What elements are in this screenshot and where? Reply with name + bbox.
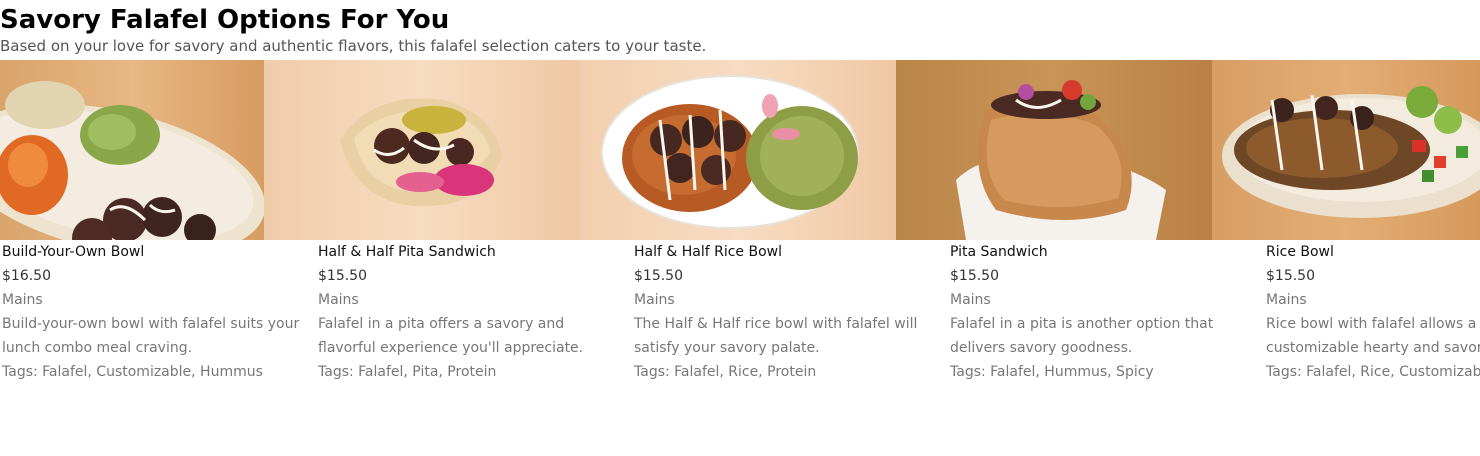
- product-category: Mains: [634, 292, 675, 308]
- product-price: $15.50: [634, 268, 683, 284]
- product-price: $15.50: [1266, 268, 1315, 284]
- product-image[interactable]: [0, 60, 264, 240]
- product-name[interactable]: Half & Half Pita Sandwich: [318, 240, 618, 264]
- product-category: Mains: [950, 292, 991, 308]
- product-tags: Tags: Falafel, Rice, Customizable: [1266, 364, 1480, 380]
- product-carousel: Build-Your-Own Bowl $16.50 Mains Build-y…: [0, 60, 1480, 456]
- product-name[interactable]: Half & Half Rice Bowl: [634, 240, 934, 264]
- product-category: Mains: [1266, 292, 1307, 308]
- product-description: Falafel in a pita offers a savory and fl…: [318, 316, 584, 356]
- product-description: The Half & Half rice bowl with falafel w…: [634, 316, 918, 356]
- product-price: $15.50: [318, 268, 367, 284]
- page-header: Savory Falafel Options For You Based on …: [0, 0, 1480, 56]
- page-title: Savory Falafel Options For You: [0, 5, 450, 35]
- product-tags: Tags: Falafel, Rice, Protein: [634, 364, 817, 380]
- product-name[interactable]: Build-Your-Own Bowl: [2, 240, 302, 264]
- product-price: $15.50: [950, 268, 999, 284]
- product-image[interactable]: [264, 60, 580, 240]
- product-name[interactable]: Pita Sandwich: [950, 240, 1250, 264]
- product-category: Mains: [318, 292, 359, 308]
- product-tags: Tags: Falafel, Hummus, Spicy: [950, 364, 1154, 380]
- product-tags: Tags: Falafel, Customizable, Hummus: [2, 364, 263, 380]
- product-name[interactable]: Rice Bowl: [1266, 240, 1480, 264]
- product-description: Rice bowl with falafel allows a customiz…: [1266, 316, 1480, 356]
- product-image[interactable]: [580, 60, 896, 240]
- product-description: Falafel in a pita is another option that…: [950, 316, 1214, 356]
- product-category: Mains: [2, 292, 43, 308]
- product-image[interactable]: [1212, 60, 1480, 240]
- page-subtitle: Based on your love for savory and authen…: [0, 37, 707, 55]
- product-tags: Tags: Falafel, Pita, Protein: [318, 364, 497, 380]
- product-image[interactable]: [896, 60, 1212, 240]
- product-description: Build-your-own bowl with falafel suits y…: [2, 316, 300, 356]
- product-price: $16.50: [2, 268, 51, 284]
